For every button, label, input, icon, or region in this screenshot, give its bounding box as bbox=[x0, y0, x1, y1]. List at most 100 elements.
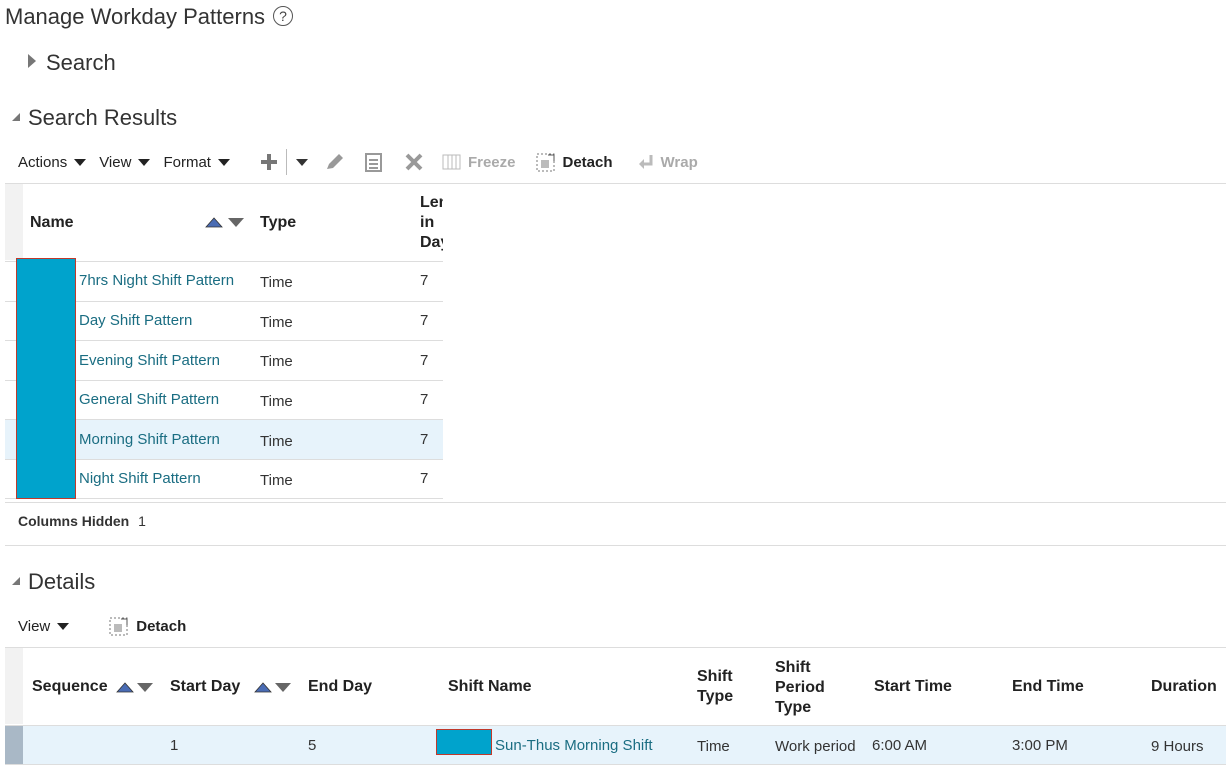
column-header-duration[interactable]: Duration bbox=[1151, 677, 1217, 697]
chevron-down-icon bbox=[57, 622, 70, 630]
detach-icon bbox=[109, 617, 128, 636]
details-detach-button[interactable]: Detach bbox=[109, 616, 186, 636]
period-header-line1: Shift bbox=[775, 659, 811, 676]
wrap-button[interactable]: Wrap bbox=[637, 153, 698, 171]
sort-icon[interactable] bbox=[116, 680, 158, 699]
details-header[interactable]: Details bbox=[12, 569, 95, 595]
pattern-length: 7 bbox=[420, 352, 429, 369]
details-row-header-column bbox=[5, 648, 23, 724]
pattern-name-link[interactable]: Day Shift Pattern bbox=[79, 312, 192, 329]
add-icon bbox=[260, 154, 277, 170]
page-title-text: Manage Workday Patterns bbox=[5, 4, 266, 29]
detach-button[interactable]: Detach bbox=[536, 152, 613, 172]
search-results-label: Search Results bbox=[28, 105, 178, 130]
column-header-sequence[interactable]: Sequence bbox=[32, 677, 108, 697]
details-table-top-border bbox=[5, 647, 1226, 648]
table-bottom-border bbox=[5, 502, 1226, 503]
collapse-icon bbox=[12, 113, 20, 121]
delete-icon bbox=[405, 153, 423, 171]
chevron-down-icon bbox=[138, 158, 151, 166]
edit-button[interactable] bbox=[324, 152, 346, 172]
add-menu-button[interactable] bbox=[295, 158, 308, 166]
search-results-header[interactable]: Search Results bbox=[12, 105, 177, 131]
wrap-icon bbox=[638, 155, 653, 169]
delete-button[interactable] bbox=[404, 152, 424, 172]
column-header-shift-name[interactable]: Shift Name bbox=[448, 677, 532, 697]
details-toolbar: View Detach bbox=[18, 614, 186, 638]
actions-menu[interactable]: Actions bbox=[18, 153, 87, 171]
pattern-type: Time bbox=[260, 314, 293, 331]
column-header-end-time[interactable]: End Time bbox=[1012, 677, 1084, 697]
column-header-start-day[interactable]: Start Day bbox=[170, 677, 240, 697]
shift-type-value: Time bbox=[697, 738, 730, 755]
details-detach-label: Detach bbox=[136, 617, 187, 635]
pattern-length: 7 bbox=[420, 431, 429, 448]
chevron-down-icon bbox=[295, 158, 308, 166]
table-top-border bbox=[5, 183, 1226, 184]
freeze-button[interactable]: Freeze bbox=[442, 153, 516, 171]
collapse-icon bbox=[12, 577, 20, 585]
chevron-down-icon bbox=[217, 158, 230, 166]
sort-arrows bbox=[254, 682, 291, 693]
pattern-name-link[interactable]: Night Shift Pattern bbox=[79, 470, 201, 487]
length-header-line2: in bbox=[420, 214, 435, 231]
toolbar-divider bbox=[285, 149, 287, 175]
pattern-type: Time bbox=[260, 274, 293, 291]
period-type-value: Work period bbox=[775, 738, 856, 755]
pattern-type: Time bbox=[260, 472, 293, 489]
columns-hidden-count: 1 bbox=[138, 513, 146, 529]
column-header-start-time[interactable]: Start Time bbox=[874, 677, 952, 697]
pattern-name-link[interactable]: Evening Shift Pattern bbox=[79, 352, 220, 369]
redacted-block bbox=[16, 258, 76, 499]
pattern-length: 7 bbox=[420, 312, 429, 329]
pattern-name-link[interactable]: 7hrs Night Shift Pattern bbox=[79, 272, 234, 289]
help-icon[interactable]: ? bbox=[273, 6, 294, 26]
column-header-shift-type[interactable]: Shift Type bbox=[697, 667, 733, 707]
length-header-line1: Len bbox=[420, 194, 443, 211]
sort-arrows bbox=[205, 217, 244, 228]
add-button[interactable] bbox=[260, 153, 278, 171]
actions-label: Actions bbox=[18, 153, 68, 171]
column-header-type[interactable]: Type bbox=[260, 213, 296, 233]
pattern-length: 7 bbox=[420, 470, 429, 487]
row-selector[interactable] bbox=[5, 726, 23, 764]
row-header-column bbox=[5, 184, 23, 260]
view-menu[interactable]: View bbox=[99, 153, 151, 171]
columns-hidden-status: Columns Hidden 1 bbox=[18, 513, 146, 529]
pattern-type: Time bbox=[260, 433, 293, 450]
page-title: Manage Workday Patterns? bbox=[5, 4, 294, 30]
freeze-label: Freeze bbox=[467, 153, 516, 171]
search-section-toggle[interactable]: Search bbox=[28, 50, 116, 76]
pattern-name-link[interactable]: General Shift Pattern bbox=[79, 391, 219, 408]
details-table-bottom-border bbox=[5, 764, 1226, 765]
pencil-icon bbox=[326, 154, 343, 169]
format-menu[interactable]: Format bbox=[163, 154, 230, 171]
column-header-length[interactable]: Len in Day bbox=[420, 193, 443, 253]
results-toolbar: Actions View Format Freeze Detach Wrap bbox=[18, 149, 698, 175]
section-divider bbox=[5, 545, 1226, 546]
pattern-name-link[interactable]: Morning Shift Pattern bbox=[79, 431, 220, 448]
sort-icon[interactable] bbox=[254, 680, 296, 699]
column-header-end-day[interactable]: End Day bbox=[308, 677, 372, 697]
column-header-name[interactable]: Name bbox=[30, 213, 74, 233]
format-label: Format bbox=[163, 153, 211, 171]
shift-type-header-line2: Type bbox=[697, 688, 734, 705]
expand-icon bbox=[28, 54, 36, 68]
start-day-value: 1 bbox=[170, 737, 179, 754]
search-label: Search bbox=[46, 50, 116, 75]
detach-label: Detach bbox=[562, 153, 613, 171]
chevron-down-icon bbox=[74, 158, 87, 166]
pattern-length: 7 bbox=[420, 272, 429, 289]
end-time-value: 3:00 PM bbox=[1012, 737, 1068, 754]
wrap-label: Wrap bbox=[660, 153, 698, 171]
shift-type-header-line1: Shift bbox=[697, 668, 733, 685]
length-header-line3: Day bbox=[420, 234, 443, 251]
duration-value: 9 Hours bbox=[1151, 738, 1204, 755]
view-label: View bbox=[99, 153, 132, 171]
details-view-menu[interactable]: View bbox=[18, 618, 70, 635]
shift-name-link[interactable]: Sun-Thus Morning Shift bbox=[495, 737, 653, 754]
columns-hidden-label: Columns Hidden bbox=[18, 513, 130, 529]
duplicate-button[interactable] bbox=[364, 152, 384, 172]
column-header-shift-period-type[interactable]: Shift Period Type bbox=[775, 658, 825, 718]
sort-icon[interactable] bbox=[205, 215, 247, 234]
